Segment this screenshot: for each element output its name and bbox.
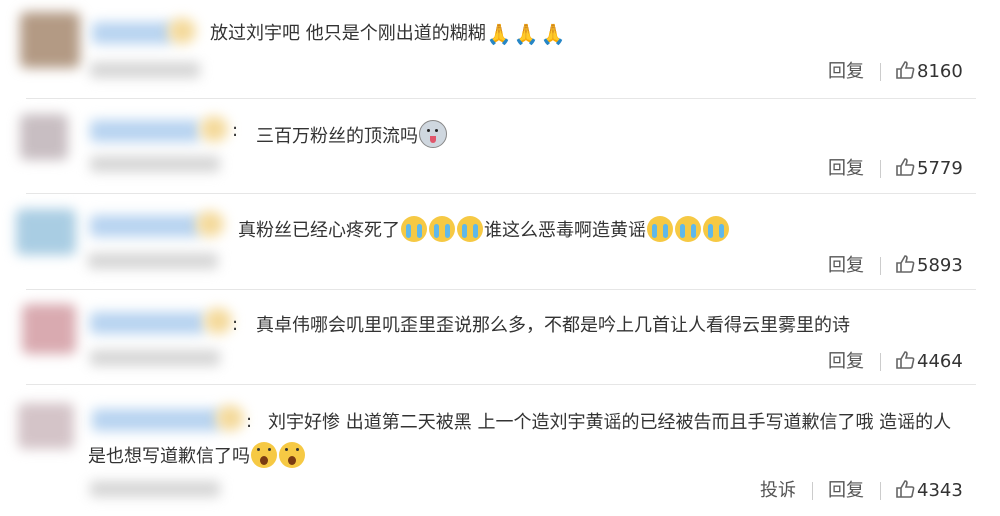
comment-body: 真粉丝已经心疼死了: [238, 220, 400, 241]
comment-item: : 刘宇好惨 出道第二天被黑 上一个造刘宇黄谣的已经被告而且手写道歉信了哦 造谣…: [0, 385, 1000, 516]
comment-actions: 回复 5893: [0, 254, 1000, 278]
like-count: 5893: [917, 255, 963, 276]
astonished-face-icon: [251, 442, 277, 468]
divider: [880, 63, 881, 81]
report-button[interactable]: 投诉: [760, 479, 796, 503]
comment-body: 真卓伟哪会叽里叽歪里歪说那么多，不都是吟上几首让人看得云里雾里的诗: [256, 315, 850, 336]
reply-button[interactable]: 回复: [828, 479, 864, 503]
comment-text: 真粉丝已经心疼死了 谁这么恶毒啊造黄谣: [238, 216, 730, 243]
thumbs-up-icon: [896, 255, 915, 273]
like-button[interactable]: 5893: [895, 254, 963, 278]
like-button[interactable]: 8160: [895, 60, 963, 84]
reply-button[interactable]: 回复: [828, 254, 864, 278]
crying-face-icon: [401, 216, 427, 242]
reply-button[interactable]: 回复: [828, 350, 864, 374]
colon: :: [232, 120, 239, 141]
like-count: 8160: [917, 61, 963, 82]
separator: [26, 98, 976, 99]
folded-hands-icon: 🙏: [486, 22, 512, 46]
comment-item: : 三百万粉丝的顶流吗 回复 5779: [0, 100, 1000, 195]
comment-body-2: 是也想写道歉信了吗: [88, 446, 250, 467]
username[interactable]: [90, 215, 200, 237]
comment-body-2: 谁这么恶毒啊造黄谣: [484, 220, 646, 241]
verified-badge-icon: [204, 308, 232, 334]
separator: [26, 193, 976, 194]
like-button[interactable]: 4464: [895, 350, 963, 374]
comment-text: 三百万粉丝的顶流吗: [256, 120, 448, 149]
comment-actions: 投诉 回复 4343: [0, 479, 1000, 503]
divider: [880, 482, 881, 500]
comment-text-line-1: 刘宇好惨 出道第二天被黑 上一个造刘宇黄谣的已经被告而且手写道歉信了哦 造谣的人: [268, 411, 951, 435]
comment-text: 真卓伟哪会叽里叽歪里歪说那么多，不都是吟上几首让人看得云里雾里的诗: [256, 314, 850, 338]
reply-button[interactable]: 回复: [828, 157, 864, 181]
verified-badge-icon: [216, 405, 244, 431]
divider: [880, 257, 881, 275]
avatar[interactable]: [16, 209, 76, 255]
like-button[interactable]: 4343: [895, 479, 963, 503]
divider: [880, 353, 881, 371]
username[interactable]: [90, 312, 205, 334]
thumbs-up-icon: [896, 158, 915, 176]
verified-badge-icon: [200, 116, 228, 142]
comment-item: 放过刘宇吧 他只是个刚出道的糊糊🙏 🙏 🙏 回复 8160: [0, 0, 1000, 100]
folded-hands-icon: 🙏: [513, 22, 539, 46]
folded-hands-icon: 🙏: [540, 22, 566, 46]
comment-item: 真粉丝已经心疼死了 谁这么恶毒啊造黄谣 回复 5893: [0, 195, 1000, 290]
avatar[interactable]: [22, 304, 76, 354]
like-button[interactable]: 5779: [895, 157, 963, 181]
thumbs-up-icon: [896, 351, 915, 369]
verified-badge-icon: [196, 211, 224, 237]
colon: :: [246, 411, 253, 432]
thumbs-up-icon: [896, 61, 915, 79]
username[interactable]: [92, 409, 220, 431]
comment-body: 放过刘宇吧 他只是个刚出道的糊糊: [210, 23, 486, 44]
divider: [812, 482, 813, 500]
crying-face-icon: [457, 216, 483, 242]
crying-face-icon: [675, 216, 701, 242]
comment-body: 三百万粉丝的顶流吗: [256, 126, 418, 147]
divider: [880, 160, 881, 178]
crying-face-icon: [647, 216, 673, 242]
username[interactable]: [90, 120, 200, 142]
username[interactable]: [92, 22, 172, 44]
reply-button[interactable]: 回复: [828, 60, 864, 84]
avatar[interactable]: [20, 114, 68, 160]
comment-body: 刘宇好惨 出道第二天被黑 上一个造刘宇黄谣的已经被告而且手写道歉信了哦 造谣的人: [268, 412, 952, 433]
verified-badge-icon: [168, 18, 196, 44]
astonished-face-icon: [279, 442, 305, 468]
like-count: 5779: [917, 158, 963, 179]
husky-face-icon: [419, 120, 447, 148]
comment-actions: 回复 8160: [0, 60, 1000, 84]
comment-text: 放过刘宇吧 他只是个刚出道的糊糊🙏 🙏 🙏: [210, 22, 566, 46]
like-count: 4343: [917, 480, 963, 501]
thumbs-up-icon: [896, 480, 915, 498]
comment-actions: 回复 4464: [0, 350, 1000, 374]
crying-face-icon: [429, 216, 455, 242]
colon: :: [232, 314, 239, 335]
comment-item: : 真卓伟哪会叽里叽歪里歪说那么多，不都是吟上几首让人看得云里雾里的诗 回复 4…: [0, 290, 1000, 385]
avatar[interactable]: [18, 403, 74, 449]
comment-text-line-2: 是也想写道歉信了吗: [88, 442, 306, 469]
like-count: 4464: [917, 351, 963, 372]
crying-face-icon: [703, 216, 729, 242]
comment-actions: 回复 5779: [0, 157, 1000, 181]
